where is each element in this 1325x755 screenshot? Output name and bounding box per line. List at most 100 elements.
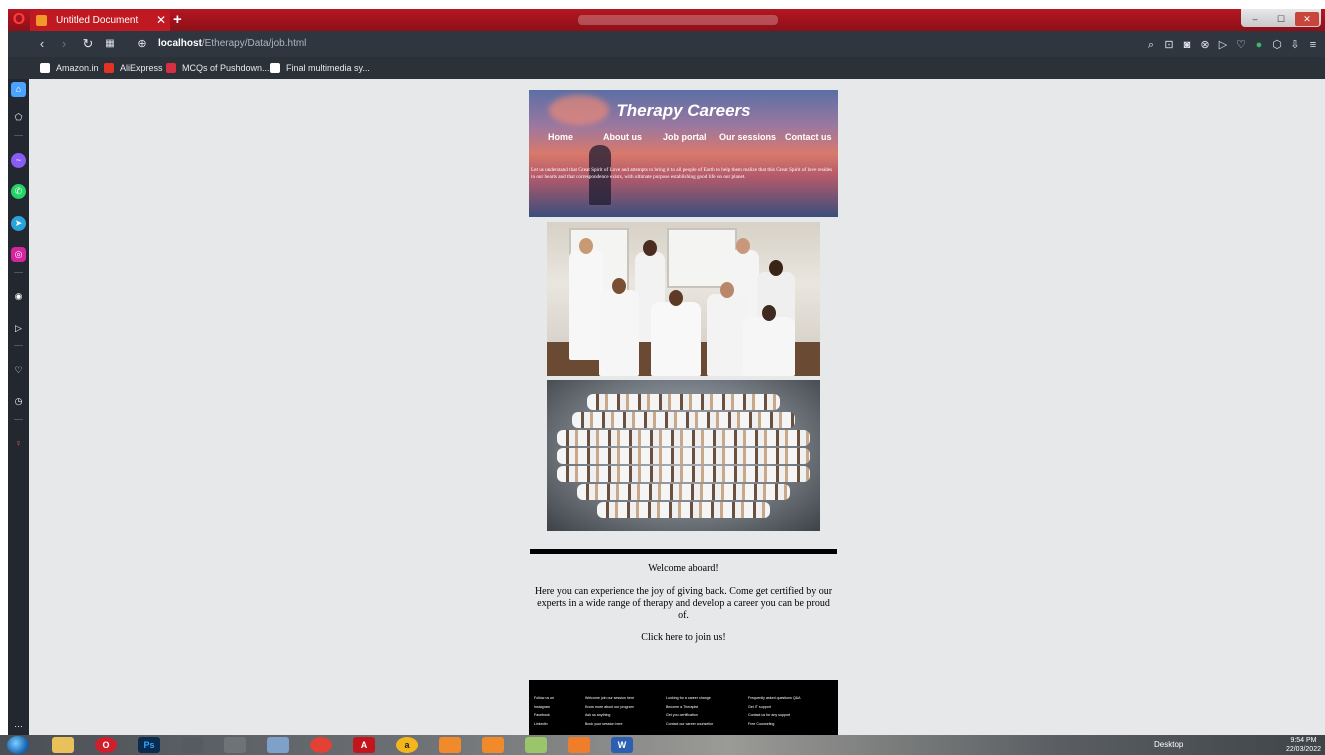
instagram-icon[interactable]: ◎	[11, 247, 26, 262]
forward-icon[interactable]: ›	[56, 35, 72, 53]
menu-icon[interactable]: ≡	[1305, 36, 1321, 54]
site-info-icon[interactable]: ⊕	[134, 35, 150, 53]
toolbar-actions: ⌕ ⊡ ◙ ⊗ ▷ ♡ ● ⬡ ⇩ ≡	[1141, 35, 1321, 53]
clock-time: 9:54 PM	[1290, 737, 1317, 744]
bookmark-final-multimedia[interactable]: Final multimedia sy...	[270, 60, 370, 76]
messenger-icon[interactable]: ~	[11, 153, 26, 168]
url-path: /Etherapy/Data/job.html	[201, 38, 307, 49]
flow-icon[interactable]: ▷	[11, 321, 26, 336]
footer-link[interactable]: Looking for a career change	[666, 694, 713, 703]
pin-icon[interactable]: ♀	[11, 436, 26, 451]
footer-link[interactable]: Know more about our program	[585, 703, 634, 712]
app-icon[interactable]	[568, 737, 590, 753]
snapshot-icon[interactable]: ⊡	[1161, 36, 1177, 54]
file-explorer-icon[interactable]	[52, 737, 74, 753]
player-icon[interactable]: ◉	[11, 289, 26, 304]
adblock-icon[interactable]: ⊗	[1197, 36, 1213, 54]
join-us-link[interactable]: Click here to join us!	[529, 632, 838, 643]
word-icon[interactable]: W	[611, 737, 633, 753]
nav-contact-us[interactable]: Contact us	[785, 132, 832, 142]
footer-link[interactable]: Free Counseling	[748, 720, 801, 729]
page-content: Therapy Careers Home About us Job portal…	[29, 79, 1325, 735]
app-icon[interactable]: a	[396, 737, 418, 753]
start-button[interactable]	[7, 736, 29, 754]
photo-person	[707, 282, 747, 376]
opera-icon[interactable]: O	[95, 737, 117, 753]
search-icon[interactable]: ⌕	[1143, 36, 1159, 54]
bookmark-amazon[interactable]: Amazon.in	[40, 60, 99, 76]
extensions-icon[interactable]: ⬡	[1269, 36, 1285, 54]
footer-label: Follow us on	[534, 696, 555, 700]
address-bar[interactable]: localhost/Etherapy/Data/job.html	[158, 36, 306, 52]
wallet-icon[interactable]: ●	[1251, 36, 1267, 54]
document-icon	[270, 63, 280, 73]
app-icon[interactable]	[267, 737, 289, 753]
photo-crowd-row	[557, 466, 810, 482]
tab-favicon-icon	[36, 15, 47, 26]
close-window-icon[interactable]: ✕	[1295, 12, 1319, 26]
photoshop-icon[interactable]: Ps	[138, 737, 160, 753]
app-icon[interactable]	[181, 737, 203, 753]
footer-link[interactable]: Ask us anything	[585, 711, 634, 720]
footer-link[interactable]: Get you certification	[666, 711, 713, 720]
player-icon[interactable]: ▷	[1215, 36, 1231, 54]
photo-person	[599, 278, 639, 376]
home-icon[interactable]: ⌂	[11, 82, 26, 97]
tab-untitled-document[interactable]: Untitled Document ✕	[30, 10, 170, 31]
footer-link[interactable]: Get IT support	[748, 703, 801, 712]
app-icon[interactable]	[482, 737, 504, 753]
favorite-icon[interactable]: ♡	[1233, 36, 1249, 54]
title-bar: O Untitled Document ✕ + – ☐ ✕	[8, 9, 1325, 31]
back-icon[interactable]: ‹	[34, 35, 50, 53]
photo-crowd-row	[587, 394, 780, 410]
nav-home[interactable]: Home	[548, 132, 573, 142]
footer: Follow us on Instagram Facebook LinkedIn…	[529, 680, 838, 735]
nav-our-sessions[interactable]: Our sessions	[719, 132, 776, 142]
footer-link[interactable]: Become a Therapist	[666, 703, 713, 712]
bookmark-aliexpress[interactable]: AliExpress	[104, 60, 163, 76]
students-group-photo	[547, 380, 820, 531]
photo-crowd-row	[557, 448, 810, 464]
footer-link[interactable]: Instagram	[534, 703, 554, 712]
app-icon[interactable]	[224, 737, 246, 753]
footer-link[interactable]: Welcome join our session here	[585, 694, 634, 703]
nav-about-us[interactable]: About us	[603, 132, 642, 142]
camera-icon[interactable]: ◙	[1179, 36, 1195, 54]
more-icon[interactable]: …	[11, 717, 26, 732]
clock[interactable]: 9:54 PM 22/03/2022	[1286, 736, 1321, 754]
whatsapp-icon[interactable]: ✆	[11, 184, 26, 199]
chrome-icon[interactable]	[310, 737, 332, 753]
footer-link[interactable]: Contact our career counsellor	[666, 720, 713, 729]
history-icon[interactable]: ◷	[11, 394, 26, 409]
footer-link[interactable]: LinkedIn	[534, 720, 554, 729]
maximize-icon[interactable]: ☐	[1269, 12, 1293, 26]
app-icon[interactable]	[439, 737, 461, 753]
photo-crowd-row	[572, 412, 795, 428]
desktop-toolbar-label[interactable]: Desktop	[1154, 740, 1183, 749]
minimize-icon[interactable]: –	[1243, 12, 1267, 26]
footer-link[interactable]: Book your session here	[585, 720, 634, 729]
telegram-icon[interactable]: ➤	[11, 216, 26, 231]
pentagon-icon[interactable]: ⬠	[11, 110, 26, 125]
footer-link[interactable]: Frequently asked questions Q&A	[748, 694, 801, 703]
footer-link[interactable]: Facebook	[534, 711, 554, 720]
photo-person	[743, 305, 795, 376]
new-tab-button[interactable]: +	[173, 10, 189, 30]
app-icon[interactable]	[525, 737, 547, 753]
speed-dial-icon[interactable]: ▦	[102, 35, 118, 53]
opera-logo-icon[interactable]: O	[9, 11, 29, 29]
footer-link[interactable]: Contact us for any support	[748, 711, 801, 720]
photo-crowd-row	[557, 430, 810, 446]
nav-job-portal[interactable]: Job portal	[663, 132, 707, 142]
footer-column-careers: Looking for a career change Become a The…	[666, 694, 713, 728]
banner-quote: Let us understand that Great Spirit of L…	[531, 167, 833, 180]
close-tab-icon[interactable]: ✕	[156, 10, 166, 31]
photo-crowd-row	[577, 484, 790, 500]
download-icon[interactable]: ⇩	[1287, 36, 1303, 54]
acrobat-icon[interactable]: A	[353, 737, 375, 753]
welcome-heading: Welcome aboard!	[648, 563, 719, 574]
bookmarks-bar: Amazon.in AliExpress MCQs of Pushdown...…	[8, 57, 1325, 79]
reload-icon[interactable]: ↻	[80, 35, 96, 53]
heart-icon[interactable]: ♡	[11, 363, 26, 378]
bookmark-mcqs[interactable]: MCQs of Pushdown...	[166, 60, 270, 76]
